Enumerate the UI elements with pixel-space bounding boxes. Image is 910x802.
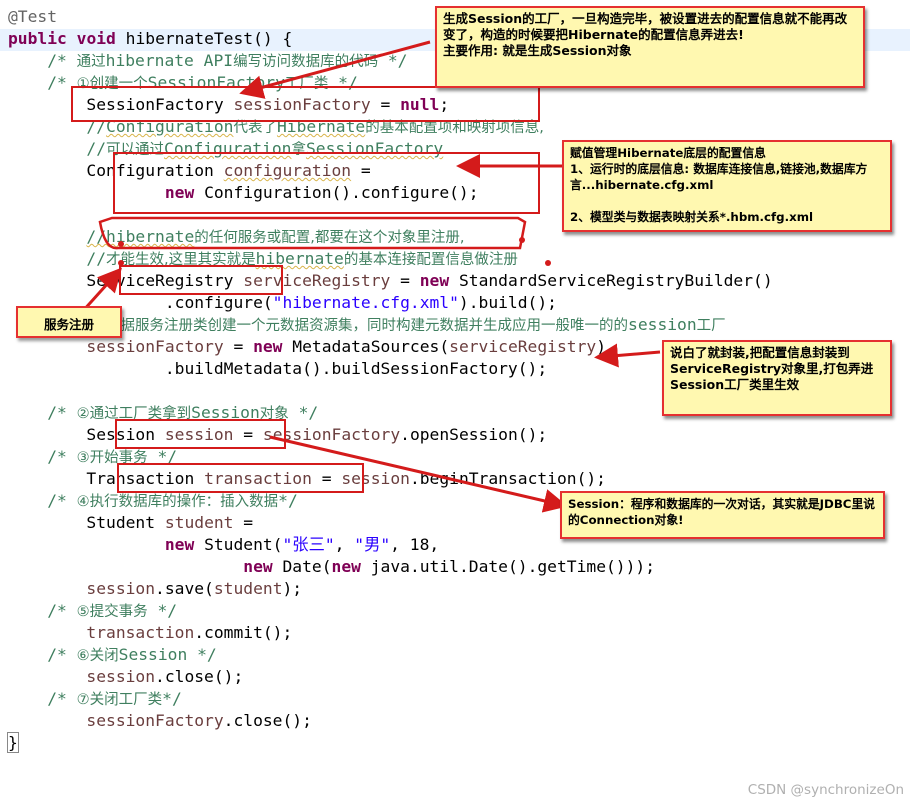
code-line-34: } — [7, 732, 773, 754]
annotation-test: @Test — [8, 7, 58, 26]
code-line-28: /* ⑤提交事务 */ — [47, 601, 178, 620]
note-session-factory: 生成Session的工厂，一旦构造完毕，被设置进去的配置信息就不能再改变了，构造… — [435, 6, 865, 88]
note-service-registration: 服务注册 — [16, 306, 122, 338]
code-line-31: session.close(); — [86, 667, 244, 686]
closing-brace: } — [7, 732, 19, 753]
code-line-29: transaction.commit(); — [86, 623, 293, 642]
code-editor[interactable]: @Test public void hibernateTest() { /* 通… — [0, 0, 910, 802]
box-transaction-decl — [117, 463, 364, 493]
note-configuration: 赋值管理Hibernate底层的配置信息 1、运行时的底层信息: 数据库连接信息… — [562, 140, 892, 232]
code-line-30: /* ⑥关闭Session */ — [47, 645, 217, 664]
code-line-26: new Date(new java.util.Date().getTime())… — [243, 557, 656, 576]
code-line-14: .configure("hibernate.cfg.xml").build(); — [164, 293, 557, 312]
watermark: CSDN @synchronizeOn — [747, 782, 904, 798]
note-session: Session：程序和数据库的一次对话，其实就是JDBC里说的Connectio… — [560, 491, 885, 539]
box-configuration-decl — [113, 152, 540, 214]
box-session-decl — [115, 419, 286, 449]
box-session-factory-decl — [71, 86, 540, 122]
code-line-32: /* ⑦关闭工厂类*/ — [47, 689, 182, 708]
keyword: public — [8, 29, 67, 48]
keyword: void — [76, 29, 116, 48]
box-service-registry-type — [119, 265, 283, 295]
code-line-16: sessionFactory = new MetadataSources(ser… — [86, 337, 606, 356]
code-line-17: .buildMetadata().buildSessionFactory(); — [164, 359, 548, 378]
code-line-15: //根据服务注册类创建一个元数据资源集，同时构建元数据并生成应用一般唯一的的se… — [86, 315, 726, 334]
method-signature: hibernateTest() { — [115, 29, 293, 48]
note-service-registry: 说白了就封装,把配置信息封装到ServiceRegistry对象里,打包弄进Se… — [662, 340, 892, 416]
code-line-33: sessionFactory.close(); — [86, 711, 312, 730]
code-line-27: session.save(student); — [86, 579, 303, 598]
